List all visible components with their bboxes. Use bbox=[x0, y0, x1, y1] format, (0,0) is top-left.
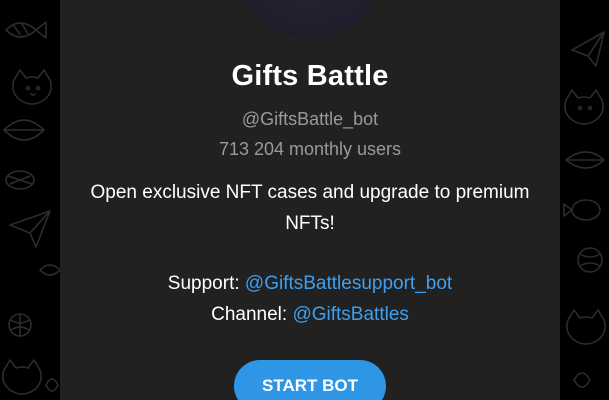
support-line: Support: @GiftsBattlesupport_bot bbox=[60, 268, 560, 299]
bot-description: Open exclusive NFT cases and upgrade to … bbox=[90, 182, 530, 234]
leaf-doodle-icon bbox=[573, 372, 591, 388]
channel-line: Channel: @GiftsBattles bbox=[60, 299, 560, 330]
leaf-doodle-icon bbox=[45, 378, 59, 392]
support-link[interactable]: @GiftsBattlesupport_bot bbox=[245, 273, 452, 294]
fish-doodle-icon bbox=[5, 21, 47, 39]
cat-doodle-icon bbox=[564, 89, 604, 125]
fish-doodle-icon bbox=[563, 199, 601, 221]
channel-label: Channel: bbox=[211, 304, 288, 325]
paper-plane-doodle-icon bbox=[9, 210, 51, 248]
yarn-ball-doodle-icon bbox=[577, 247, 603, 273]
start-bot-button[interactable]: START BOT bbox=[234, 360, 386, 400]
support-label: Support: bbox=[167, 273, 240, 294]
cat-doodle-icon bbox=[2, 359, 42, 395]
bot-username: @GiftsBattle_bot bbox=[241, 109, 379, 129]
cat-doodle-icon bbox=[12, 69, 52, 105]
leaf-doodle-icon bbox=[565, 151, 605, 169]
leaf-doodle-icon bbox=[3, 119, 45, 141]
leaf-doodle-icon bbox=[39, 264, 61, 276]
yarn-ball-doodle-icon bbox=[8, 313, 32, 337]
channel-link[interactable]: @GiftsBattles bbox=[292, 304, 408, 325]
paper-plane-doodle-icon bbox=[571, 31, 605, 67]
bot-name: Gifts Battle bbox=[231, 60, 389, 92]
bot-avatar bbox=[237, 0, 383, 38]
cat-doodle-icon bbox=[566, 309, 606, 345]
bot-info-card: Gifts Battle @GiftsBattle_bot 713 204 mo… bbox=[60, 0, 560, 400]
monthly-users-count: 713 204 monthly users bbox=[218, 139, 402, 159]
fish-doodle-icon bbox=[5, 170, 35, 190]
